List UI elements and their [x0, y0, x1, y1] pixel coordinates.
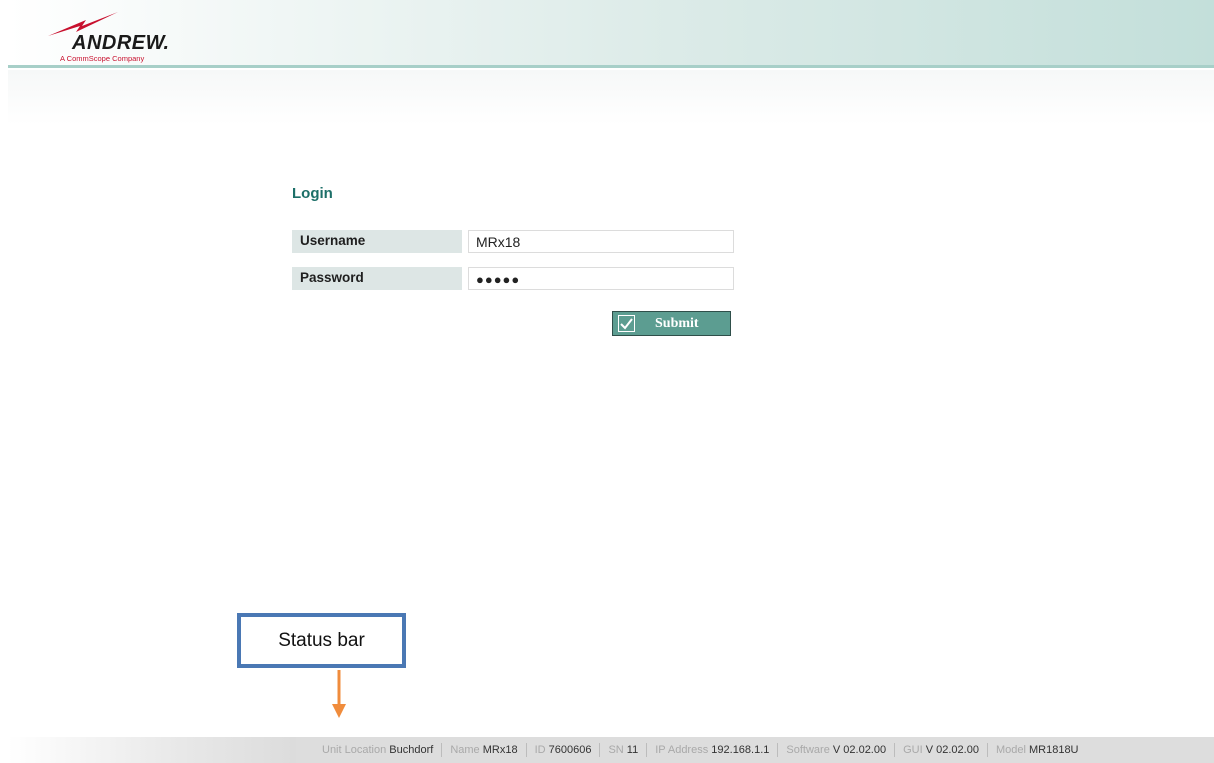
id-value: 7600606 — [548, 744, 592, 756]
model-label: Model — [995, 744, 1026, 756]
password-input[interactable]: ●●●●● — [468, 267, 734, 290]
status-model: Model MR1818U — [990, 744, 1085, 756]
username-label: Username — [292, 230, 462, 253]
status-ip-address: IP Address 192.168.1.1 — [649, 744, 775, 756]
unit-location-value: Buchdorf — [389, 744, 434, 756]
username-row: Username MRx18 — [292, 230, 734, 253]
status-divider — [525, 743, 527, 757]
status-divider — [894, 743, 896, 757]
name-label: Name — [450, 744, 480, 756]
gui-value: V 02.02.00 — [925, 744, 979, 756]
status-divider — [777, 743, 779, 757]
header-strip — [8, 70, 1214, 125]
gui-label: GUI — [903, 744, 923, 756]
andrew-logo: ANDREW. A CommScope Company — [46, 10, 196, 63]
status-divider — [441, 743, 443, 757]
password-label: Password — [292, 267, 462, 290]
submit-button[interactable]: Submit — [612, 311, 731, 336]
sn-value: 11 — [626, 744, 639, 756]
status-gui: GUI V 02.02.00 — [897, 744, 985, 756]
arrow-down-icon — [332, 670, 346, 718]
ip-address-label: IP Address — [655, 744, 709, 756]
status-sn: SN 11 — [602, 744, 644, 756]
status-id: ID 7600606 — [529, 744, 598, 756]
login-title: Login — [292, 185, 333, 202]
status-unit-location: Unit Location Buchdorf — [316, 744, 439, 756]
username-input[interactable]: MRx18 — [468, 230, 734, 253]
model-value: MR1818U — [1028, 744, 1079, 756]
app-header: ANDREW. A CommScope Company — [8, 0, 1214, 68]
submit-label: Submit — [655, 316, 699, 331]
logo-name: ANDREW. — [72, 32, 170, 54]
status-software: Software V 02.02.00 — [780, 744, 892, 756]
password-row: Password ●●●●● — [292, 267, 734, 290]
logo-tagline: A CommScope Company — [60, 54, 145, 63]
status-bar: Unit Location Buchdorf Name MRx18 ID 760… — [296, 737, 1214, 763]
software-label: Software — [786, 744, 830, 756]
name-value: MRx18 — [482, 744, 518, 756]
checkmark-icon — [618, 315, 635, 332]
status-name: Name MRx18 — [444, 744, 523, 756]
status-divider — [599, 743, 601, 757]
sn-label: SN — [608, 744, 624, 756]
software-value: V 02.02.00 — [832, 744, 887, 756]
id-label: ID — [534, 744, 546, 756]
status-divider — [986, 743, 988, 757]
status-bar-fade — [8, 737, 296, 763]
status-bar-callout: Status bar — [237, 613, 406, 668]
status-divider — [646, 743, 648, 757]
unit-location-label: Unit Location — [322, 744, 387, 756]
ip-address-value: 192.168.1.1 — [711, 744, 770, 756]
